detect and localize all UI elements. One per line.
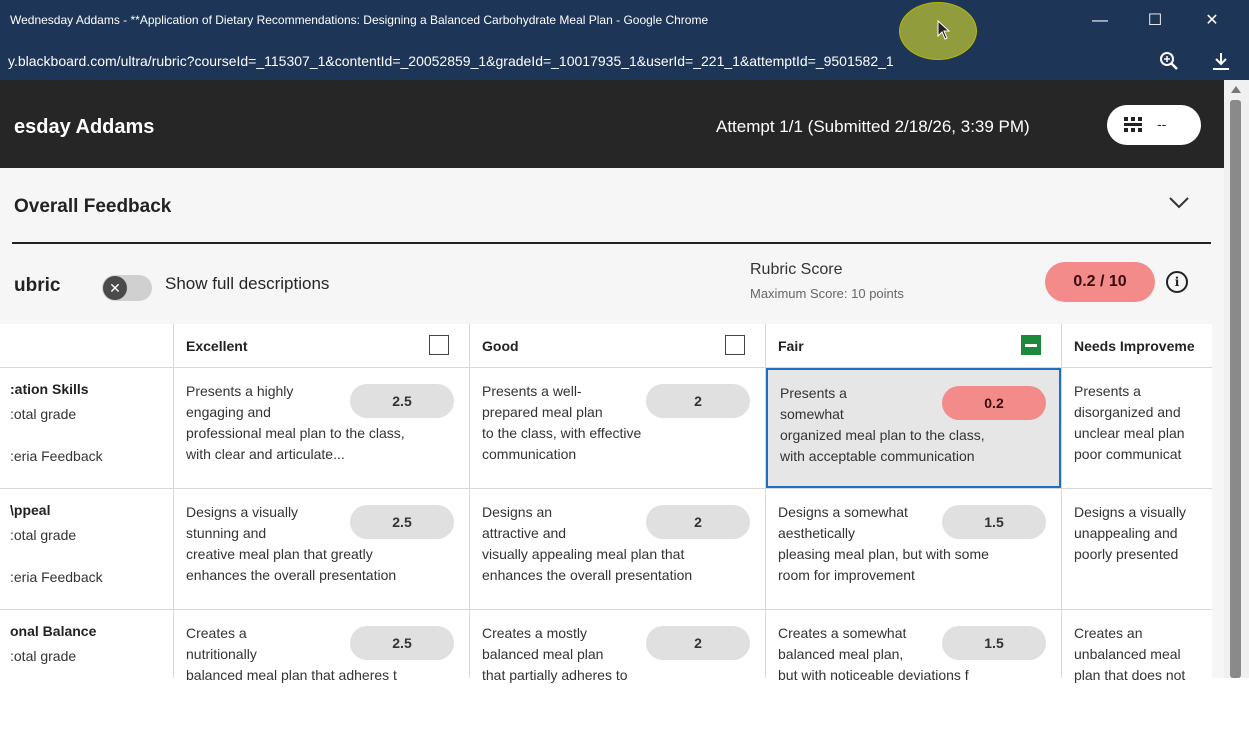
- column-header: Excellent: [174, 324, 469, 367]
- rubric-cell[interactable]: Designs a visually stunning and creative…: [174, 489, 469, 609]
- column-header-label: Excellent: [186, 338, 248, 354]
- column-select-checkbox-checked[interactable]: [1021, 335, 1041, 355]
- criterion-description: Presents a disorganized and unclear meal…: [1074, 383, 1185, 462]
- points-badge[interactable]: 2.5: [350, 384, 454, 418]
- criterion-grade-weight: :otal grade: [10, 527, 77, 543]
- column-select-checkbox[interactable]: [725, 335, 745, 355]
- mouse-cursor-icon: [937, 20, 951, 40]
- criterion-grade-weight: :otal grade: [10, 648, 77, 664]
- rubric-cell[interactable]: Creates a somewhat balanced meal plan, b…: [766, 610, 1061, 730]
- column-header: Fair: [766, 324, 1061, 367]
- rubric-cell[interactable]: Creates an unbalanced meal plan that doe…: [1062, 610, 1212, 730]
- criterion-name: \ppeal: [10, 502, 51, 518]
- criteria-feedback-link[interactable]: :eria Feedback: [10, 569, 103, 585]
- column-header-label: Needs Improveme: [1074, 338, 1195, 354]
- column-header-label: Good: [482, 338, 519, 354]
- show-descriptions-label: Show full descriptions: [165, 274, 330, 293]
- table-corner-cell: [0, 324, 173, 367]
- overall-feedback-title[interactable]: Overall Feedback: [14, 196, 171, 218]
- main-panel: Overall Feedback ubric ✕ Show full descr…: [0, 168, 1224, 730]
- column-header: Good: [470, 324, 765, 367]
- grid-icon: [1124, 117, 1142, 132]
- scroll-up-icon[interactable]: [1231, 86, 1241, 93]
- points-badge[interactable]: 2: [646, 505, 750, 539]
- vertical-scrollbar[interactable]: [1224, 80, 1249, 678]
- column-header: Needs Improveme: [1062, 324, 1212, 367]
- rubric-title: ubric: [14, 275, 61, 296]
- points-badge[interactable]: 2: [646, 626, 750, 660]
- section-divider: [12, 242, 1211, 244]
- student-name: esday Addams: [14, 116, 155, 138]
- url-text[interactable]: y.blackboard.com/ultra/rubric?courseId=_…: [8, 53, 894, 69]
- rubric-cell[interactable]: Creates a nutritionally balanced meal pl…: [174, 610, 469, 730]
- points-badge[interactable]: 1.5: [942, 626, 1046, 660]
- rubric-cell[interactable]: Presents a well- prepared meal plan to t…: [470, 368, 765, 488]
- points-badge[interactable]: 2.5: [350, 626, 454, 660]
- close-button[interactable]: ✕: [1197, 9, 1227, 33]
- rubric-cell[interactable]: Creates a mostly balanced meal plan that…: [470, 610, 765, 730]
- rubric-cell[interactable]: Presents a disorganized and unclear meal…: [1062, 368, 1212, 488]
- criterion-description: Designs a visually unappealing and poorl…: [1074, 504, 1187, 562]
- criterion-grade-weight: :otal grade: [10, 406, 77, 422]
- scrollbar-thumb[interactable]: [1230, 100, 1241, 678]
- criterion-name: onal Balance: [10, 623, 97, 639]
- column-select-checkbox[interactable]: [429, 335, 449, 355]
- chevron-down-icon[interactable]: [1168, 196, 1190, 210]
- zoom-icon[interactable]: [1158, 50, 1180, 72]
- show-descriptions-toggle[interactable]: ✕: [102, 275, 152, 301]
- window-title-bar: Wednesday Addams - **Application of Diet…: [0, 0, 1249, 42]
- address-bar: y.blackboard.com/ultra/rubric?courseId=_…: [0, 42, 1249, 80]
- rubric-cell[interactable]: Designs a visually unappealing and poorl…: [1062, 489, 1212, 609]
- rubric-score-title: Rubric Score: [750, 261, 843, 278]
- criterion-name: :ation Skills: [10, 381, 89, 397]
- rubric-score-badge: 0.2 / 10: [1045, 262, 1155, 302]
- criterion-cell: :ation Skills :otal grade :eria Feedback: [0, 368, 173, 488]
- rubric-cell[interactable]: Designs an attractive and visually appea…: [470, 489, 765, 609]
- rubric-cell[interactable]: Designs a somewhat aesthetically pleasin…: [766, 489, 1061, 609]
- rubric-cell[interactable]: Presents a highly engaging and professio…: [174, 368, 469, 488]
- criterion-cell: onal Balance :otal grade: [0, 610, 173, 730]
- student-header: esday Addams Attempt 1/1 (Submitted 2/18…: [0, 80, 1224, 168]
- toggle-off-icon: ✕: [103, 276, 127, 300]
- maximize-button[interactable]: ☐: [1140, 9, 1170, 33]
- criteria-feedback-link[interactable]: :eria Feedback: [10, 448, 103, 464]
- points-badge[interactable]: 2.5: [350, 505, 454, 539]
- attempt-info: Attempt 1/1 (Submitted 2/18/26, 3:39 PM): [716, 117, 1030, 136]
- points-badge-selected[interactable]: 0.2: [942, 386, 1046, 420]
- criterion-cell: \ppeal :otal grade :eria Feedback: [0, 489, 173, 609]
- rubric-max-score: Maximum Score: 10 points: [750, 286, 904, 301]
- rubric-table: Excellent Good Fair Needs Improveme :ation S…: [0, 324, 1212, 730]
- minimize-button[interactable]: —: [1085, 9, 1115, 33]
- column-header-label: Fair: [778, 338, 804, 354]
- grade-pill[interactable]: --: [1107, 105, 1201, 145]
- rubric-cell-selected[interactable]: Presents a somewhat organized meal plan …: [766, 368, 1061, 488]
- points-badge[interactable]: 2: [646, 384, 750, 418]
- points-badge[interactable]: 1.5: [942, 505, 1046, 539]
- download-icon[interactable]: [1210, 50, 1232, 72]
- grade-value: --: [1157, 116, 1167, 132]
- window-title: Wednesday Addams - **Application of Diet…: [10, 13, 709, 27]
- criterion-description: Creates an unbalanced meal plan that doe…: [1074, 625, 1186, 683]
- info-icon[interactable]: i: [1166, 271, 1188, 293]
